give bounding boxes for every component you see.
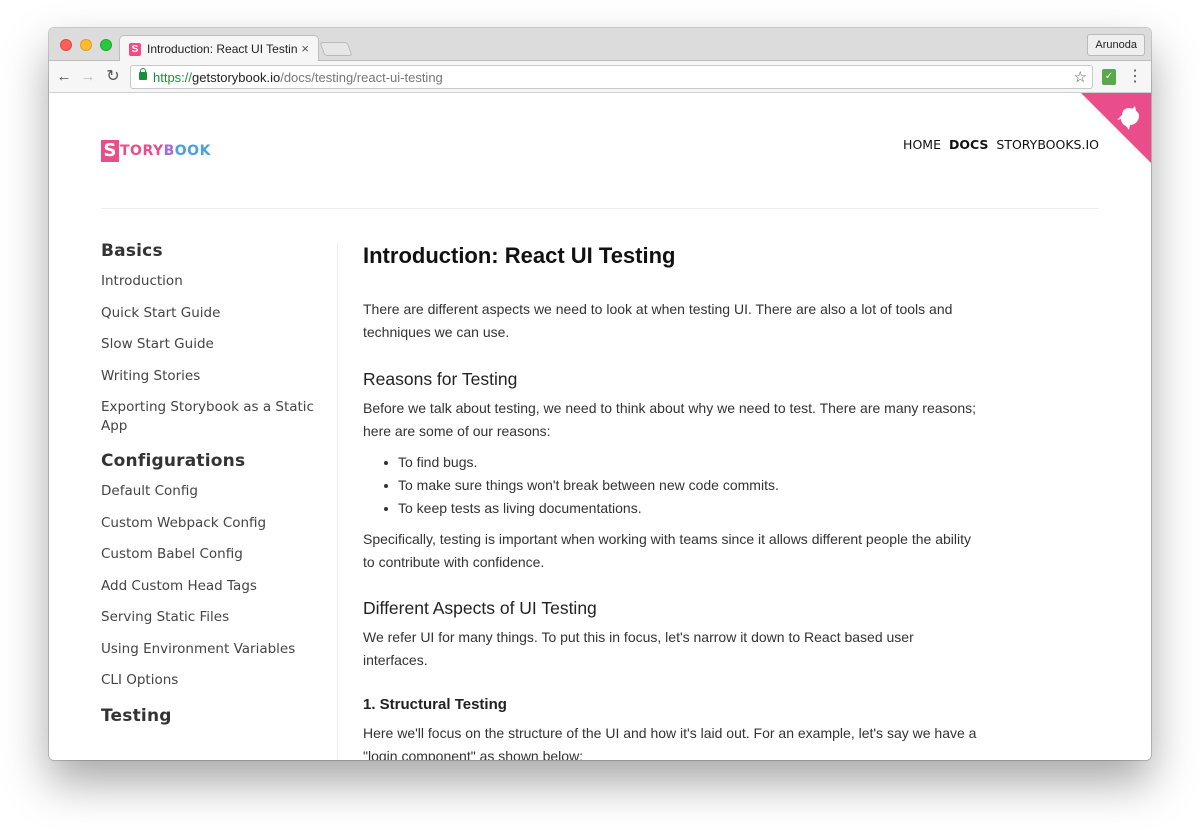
sidebar-item-custom-babel[interactable]: Custom Babel Config — [101, 545, 321, 564]
browser-window: S Introduction: React UI Testing × Aruno… — [49, 28, 1151, 760]
aspects-paragraph: We refer UI for many things. To put this… — [363, 629, 914, 668]
sidebar-item-static-files[interactable]: Serving Static Files — [101, 608, 321, 627]
github-corner-icon[interactable] — [1081, 93, 1151, 163]
sidebar-heading-configurations: Configurations — [101, 451, 246, 471]
sidebar-item-cli-options[interactable]: CLI Options — [101, 671, 321, 690]
url-scheme: https:// — [153, 70, 193, 85]
sidebar-section-basics: Basics Introduction Quick Start Guide Sl… — [101, 241, 337, 435]
aspects-heading: Different Aspects of UI Testing — [363, 598, 597, 618]
sidebar-item-custom-webpack[interactable]: Custom Webpack Config — [101, 514, 321, 533]
nav-home-link[interactable]: HOME — [903, 137, 941, 152]
new-tab-button[interactable] — [319, 42, 353, 56]
storybook-logo[interactable]: S TORYBOOK — [101, 140, 211, 162]
active-tab[interactable]: S Introduction: React UI Testing × — [119, 35, 319, 62]
url-text: https://getstorybook.io/docs/testing/rea… — [153, 70, 443, 85]
maximize-window-button[interactable] — [100, 39, 112, 51]
tab-title: Introduction: React UI Testing — [147, 42, 297, 56]
reasons-paragraph: Before we talk about testing, we need to… — [363, 400, 976, 439]
url-path: /docs/testing/react-ui-testing — [280, 70, 443, 85]
reload-icon[interactable]: ↻ — [103, 67, 123, 87]
sidebar-section-configurations: Configurations Default Config Custom Web… — [101, 451, 337, 690]
forward-arrow-icon[interactable]: → — [78, 67, 98, 87]
reasons-summary: Specifically, testing is important when … — [363, 531, 971, 570]
page-title: Introduction: React UI Testing — [363, 243, 676, 268]
list-item: To keep tests as living documentations. — [363, 497, 978, 520]
logo-wordmark: TORYBOOK — [120, 143, 211, 159]
article-content: Introduction: React UI Testing There are… — [363, 243, 978, 760]
extension-icon[interactable]: ✓ — [1102, 69, 1116, 85]
sidebar-heading-basics: Basics — [101, 241, 163, 261]
nav-docs-link[interactable]: DOCS — [949, 137, 988, 152]
top-navigation: HOME DOCS STORYBOOKS.IO — [903, 137, 1099, 152]
sidebar-divider — [337, 243, 338, 760]
logo-letter: S — [101, 140, 119, 162]
reasons-heading: Reasons for Testing — [363, 369, 518, 389]
docs-sidebar: Basics Introduction Quick Start Guide Sl… — [101, 241, 337, 742]
lock-icon — [139, 68, 147, 80]
address-bar[interactable]: https://getstorybook.io/docs/testing/rea… — [130, 65, 1093, 89]
intro-paragraph: There are different aspects we need to l… — [363, 301, 953, 340]
storybook-favicon-icon: S — [129, 43, 141, 56]
sidebar-item-env-vars[interactable]: Using Environment Variables — [101, 640, 321, 659]
tab-close-icon[interactable]: × — [301, 41, 309, 56]
structural-heading: 1. Structural Testing — [363, 696, 507, 713]
sidebar-item-slow-start[interactable]: Slow Start Guide — [101, 335, 321, 354]
list-item: To find bugs. — [363, 451, 978, 474]
back-arrow-icon[interactable]: ← — [54, 67, 74, 87]
header-divider — [101, 208, 1099, 209]
sidebar-heading-testing: Testing — [101, 705, 172, 726]
minimize-window-button[interactable] — [80, 39, 92, 51]
page-viewport: S TORYBOOK HOME DOCS STORYBOOKS.IO Basic… — [49, 93, 1151, 760]
bookmark-star-icon[interactable]: ☆ — [1074, 68, 1087, 86]
sidebar-item-introduction[interactable]: Introduction — [101, 272, 321, 291]
list-item: To make sure things won't break between … — [363, 474, 978, 497]
sidebar-section-testing: Testing — [101, 706, 337, 726]
sidebar-item-quick-start[interactable]: Quick Start Guide — [101, 304, 321, 323]
sidebar-item-writing-stories[interactable]: Writing Stories — [101, 367, 321, 386]
tab-strip: S Introduction: React UI Testing × Aruno… — [49, 28, 1151, 62]
close-window-button[interactable] — [60, 39, 72, 51]
browser-toolbar: ← → ↻ https://getstorybook.io/docs/testi… — [49, 61, 1151, 93]
sidebar-item-default-config[interactable]: Default Config — [101, 482, 321, 501]
sidebar-item-exporting[interactable]: Exporting Storybook as a Static App — [101, 398, 321, 435]
reasons-list: To find bugs. To make sure things won't … — [363, 451, 978, 520]
sidebar-item-head-tags[interactable]: Add Custom Head Tags — [101, 577, 321, 596]
browser-menu-icon[interactable]: ⋮ — [1127, 66, 1143, 86]
structural-paragraph: Here we'll focus on the structure of the… — [363, 725, 977, 760]
url-host: getstorybook.io — [192, 70, 281, 85]
profile-button[interactable]: Arunoda — [1087, 34, 1145, 56]
